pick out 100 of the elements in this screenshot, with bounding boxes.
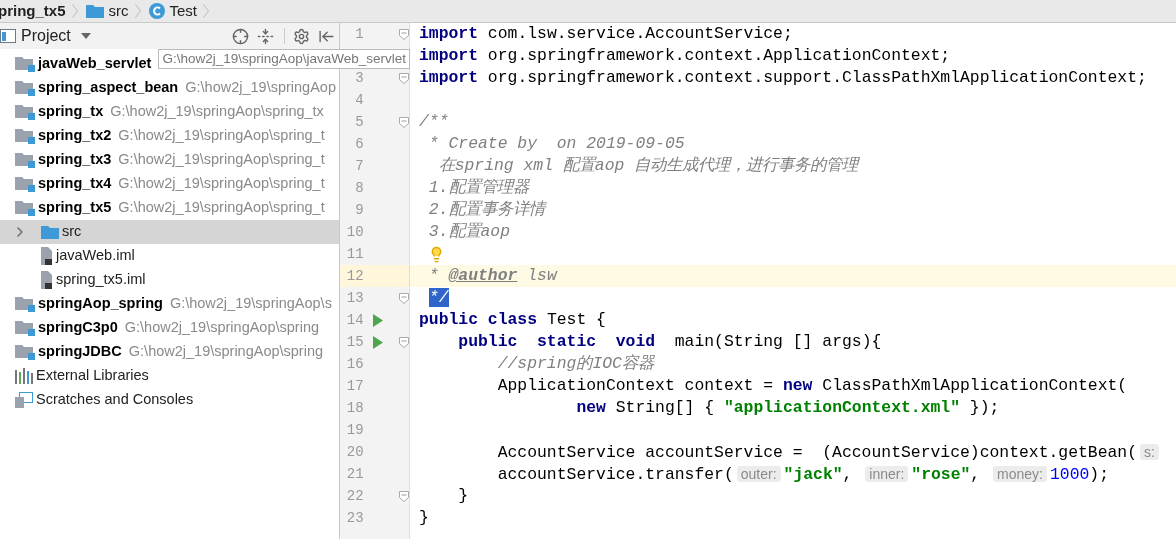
tree-item-label: spring_tx5.iml	[56, 270, 146, 290]
tree-item[interactable]: spring_aspect_bean G:\how2j_19\springAop	[0, 76, 339, 100]
fold-marker-icon[interactable]	[399, 490, 409, 502]
code-line: new String[] { "applicationContext.xml" });	[575, 397, 1000, 419]
settings-icon[interactable]	[293, 27, 310, 45]
tree-item[interactable]: spring_tx5 G:\how2j_19\springAop\spring_t	[0, 196, 339, 220]
line-number: 10	[346, 222, 364, 242]
tree-item[interactable]: javaWeb.iml	[0, 244, 339, 268]
tree-item-label: springJDBC	[38, 342, 122, 362]
code-line: import org.springframework.context.ApplicationContext;	[419, 45, 951, 67]
fold-marker-icon[interactable]	[399, 292, 409, 304]
code-line: accountService.transfer( outer: "jack", inner: "rose", money: 1000);	[496, 463, 1109, 486]
code-line: }	[457, 485, 469, 507]
module-path: G:\how2j_19\springAop\spring	[124, 318, 320, 338]
module-folder-icon	[15, 104, 35, 120]
code-line: 在spring xml 配置aop 自动生成代理，进行事务的管理	[437, 155, 859, 177]
caret-icon	[80, 33, 91, 39]
code-line: 1.配置管理器	[427, 177, 529, 199]
fold-marker-icon[interactable]	[399, 72, 409, 84]
tree-item-label: javaWeb_servlet	[38, 54, 152, 74]
module-path: G:\how2j_19\springAop\spring_t	[118, 150, 325, 170]
run-icon[interactable]	[373, 335, 384, 349]
tree-item[interactable]: springAop_spring G:\how2j_19\springAop\s	[0, 292, 339, 316]
code-line: ApplicationContext context = new ClassPathXmlApplicationContext(	[496, 375, 1128, 397]
line-number: 4	[355, 90, 364, 110]
tree-item[interactable]: springJDBC G:\how2j_19\springAop\spring	[0, 340, 339, 364]
module-path: G:\how2j_19\springAop	[185, 78, 336, 98]
tree-item[interactable]: spring_tx4 G:\how2j_19\springAop\spring_t	[0, 172, 339, 196]
module-folder-icon	[15, 296, 35, 312]
line-number: 11	[346, 244, 364, 264]
module-folder-icon	[15, 80, 35, 96]
tree-item[interactable]: spring_tx2 G:\how2j_19\springAop\spring_t	[0, 124, 339, 148]
folder-icon	[85, 4, 104, 18]
tree-item-label: External Libraries	[36, 366, 149, 386]
line-number: 23	[346, 508, 364, 528]
code-line: AccountService accountService = (AccountService)context.getBean( s:	[419, 440, 1162, 464]
code-line: /**	[419, 111, 449, 133]
code-line: 2.配置事务详情	[427, 199, 545, 221]
module-path: G:\how2j_19\springAop\spring_t	[118, 174, 325, 194]
tree-item[interactable]: External Libraries	[0, 364, 339, 388]
console-icon	[15, 392, 33, 408]
line-number: 9	[355, 200, 364, 220]
locate-icon[interactable]	[232, 27, 249, 45]
line-number: 3	[355, 68, 364, 88]
code-line: import org.springframework.context.support.ClassPathXmlApplicationContext;	[419, 67, 1147, 89]
line-number: 8	[355, 178, 364, 198]
breadcrumb-item[interactable]: src	[81, 0, 131, 22]
tree-item-label: Scratches and Consoles	[36, 390, 194, 410]
tree-item-label: spring_tx2	[38, 126, 112, 146]
line-number: 12	[346, 266, 364, 286]
module-folder-icon	[15, 128, 35, 144]
line-number: 7	[355, 156, 364, 176]
separator-chevron-icon	[203, 4, 210, 18]
fold-marker-icon[interactable]	[399, 28, 409, 40]
tree-item[interactable]: spring_tx5.iml	[0, 268, 339, 292]
tree-item-label: src	[62, 222, 82, 242]
tree-item-label: spring_tx	[38, 102, 104, 122]
path-tooltip: G:\how2j_19\springAop\javaWeb_servlet	[158, 49, 411, 69]
libraries-icon	[15, 368, 33, 384]
line-number: 6	[355, 134, 364, 154]
module-folder-icon	[15, 200, 35, 216]
fold-marker-icon[interactable]	[399, 116, 409, 128]
line-number: 13	[346, 288, 364, 308]
code-line: public class Test {	[419, 309, 606, 331]
tree-item-label: spring_tx5	[38, 198, 112, 218]
tree-item[interactable]: Scratches and Consoles	[0, 388, 339, 412]
code-line: 3.配置aop	[427, 221, 511, 243]
module-path: G:\how2j_19\springAop\spring	[128, 342, 324, 362]
folder-icon	[41, 225, 59, 239]
code-line: //spring的IOC容器	[496, 353, 654, 375]
panel-title-dropdown[interactable]: Project	[21, 24, 91, 48]
file-icon	[41, 247, 53, 265]
code-line: public static void main(String [] args){	[457, 331, 882, 353]
code-line: }	[419, 507, 429, 529]
line-number: 18	[346, 398, 364, 418]
fold-marker-icon[interactable]	[399, 336, 409, 348]
module-folder-icon	[15, 176, 35, 192]
module-path: G:\how2j_19\springAop\spring_t	[118, 198, 325, 218]
breadcrumb-item[interactable]: Test	[144, 0, 200, 22]
window-icon	[0, 29, 16, 43]
tree-item[interactable]: spring_tx G:\how2j_19\springAop\spring_tx	[0, 100, 339, 124]
line-number: 21	[346, 464, 364, 484]
line-number: 16	[346, 354, 364, 374]
module-path: G:\how2j_19\springAop\spring_t	[118, 126, 325, 146]
module-path: G:\how2j_19\springAop\spring_tx	[110, 102, 324, 122]
module-path: G:\how2j_19\springAop\s	[169, 294, 332, 314]
tree-item-label: spring_aspect_bean	[38, 78, 179, 98]
separator-chevron-icon	[71, 4, 78, 18]
tree-item[interactable]: spring_tx3 G:\how2j_19\springAop\spring_t	[0, 148, 339, 172]
tree-item[interactable]: springC3p0 G:\how2j_19\springAop\spring	[0, 316, 339, 340]
code-line: * Create by on 2019-09-05	[427, 133, 685, 155]
code-line: import com.lsw.service.AccountService;	[419, 23, 793, 45]
line-number: 14	[346, 310, 364, 330]
tree-item-label: springC3p0	[38, 318, 118, 338]
run-icon[interactable]	[373, 313, 384, 327]
module-folder-icon	[15, 344, 35, 360]
tree-item[interactable]: src	[0, 220, 339, 244]
collapse-all-icon[interactable]	[257, 27, 274, 45]
line-number: 19	[346, 420, 364, 440]
file-icon	[41, 271, 53, 289]
